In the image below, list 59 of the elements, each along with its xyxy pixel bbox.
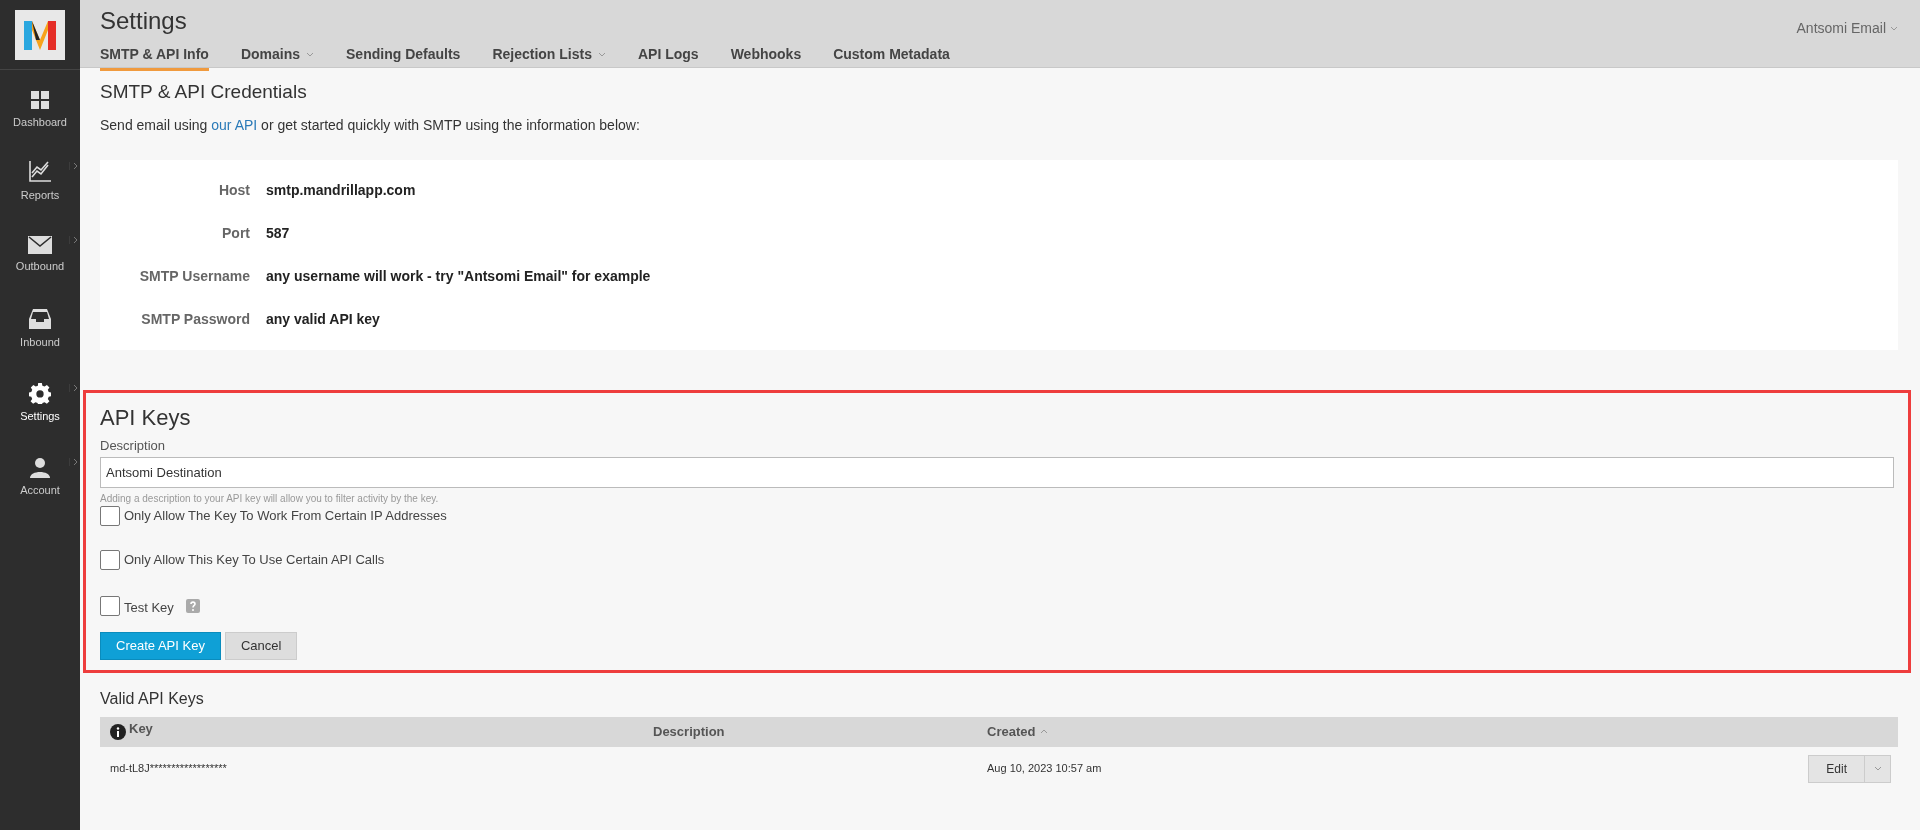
table-cell-text: Aug 10, 2023 10:57 am bbox=[987, 761, 1102, 777]
checkbox[interactable] bbox=[100, 506, 120, 526]
column-header[interactable]: Created bbox=[987, 721, 1036, 742]
logo-icon[interactable] bbox=[15, 9, 65, 60]
chevron-icon bbox=[69, 384, 78, 392]
field-label: SMTP Username bbox=[139, 267, 250, 284]
sidebar-item[interactable]: Dashboard bbox=[0, 70, 80, 144]
chevron-icon bbox=[69, 236, 78, 244]
cancel-button[interactable]: Cancel bbox=[224, 631, 298, 660]
line-chart-icon bbox=[28, 158, 52, 183]
description-field[interactable]: Antsomi Destination bbox=[100, 457, 1894, 488]
field-value: any username will work - try "Antsomi Email" for example bbox=[266, 266, 651, 286]
caret-icon bbox=[306, 52, 314, 57]
tab[interactable]: Domains bbox=[240, 44, 314, 71]
table-cell: md-tL8J****************** bbox=[110, 762, 227, 775]
tab[interactable]: Sending Defaults bbox=[346, 44, 461, 71]
section-heading: SMTP & API Credentials bbox=[100, 80, 307, 104]
section-heading: Valid API Keys bbox=[100, 688, 204, 709]
field-value: any valid API key bbox=[266, 309, 380, 329]
caret-icon bbox=[1873, 766, 1882, 771]
envelope-icon bbox=[28, 235, 52, 254]
sidebar-item[interactable]: Reports bbox=[0, 144, 80, 218]
field-value: smtp.mandrillapp.com bbox=[266, 180, 416, 200]
tab[interactable]: Custom Metadata bbox=[833, 44, 950, 71]
caret-icon bbox=[1890, 26, 1898, 31]
sidebar-item[interactable]: Inbound bbox=[0, 292, 80, 366]
field-label: SMTP Password bbox=[141, 310, 250, 327]
checkbox-label[interactable]: Only Allow The Key To Work From Certain IP Addresses bbox=[124, 506, 447, 526]
sidebar-item[interactable]: Settings bbox=[0, 366, 80, 440]
column-header[interactable]: Key bbox=[129, 718, 153, 739]
checkbox[interactable] bbox=[100, 595, 120, 616]
checkbox-label[interactable]: Only Allow This Key To Use Certain API Calls bbox=[124, 550, 385, 570]
link[interactable]: our API bbox=[211, 116, 258, 133]
sidebar-item[interactable]: Account bbox=[0, 440, 80, 514]
column-header[interactable]: Description bbox=[653, 721, 725, 742]
chevron-icon bbox=[69, 162, 78, 170]
chevron-icon bbox=[69, 458, 78, 466]
hint-text: Adding a description to your API key will allow you to filter activity by the key. bbox=[100, 492, 440, 506]
field-label: Host bbox=[218, 181, 250, 198]
grid-icon bbox=[30, 89, 50, 110]
tab[interactable]: Rejection Lists bbox=[492, 44, 606, 71]
tab[interactable]: API Logs bbox=[637, 44, 699, 71]
edit-button[interactable]: Edit bbox=[1808, 754, 1865, 783]
field-value: 587 bbox=[266, 223, 290, 243]
checkbox-label[interactable]: Test Key bbox=[124, 598, 174, 618]
checkbox[interactable] bbox=[100, 550, 120, 570]
settings-icon bbox=[29, 381, 51, 404]
intro-text: Send email using our API or get started quickly with SMTP using the information below: bbox=[100, 115, 641, 135]
section-heading: API Keys bbox=[100, 403, 191, 432]
inbox-icon bbox=[28, 307, 52, 330]
tab[interactable]: SMTP & API Info bbox=[100, 44, 209, 71]
tab[interactable]: Webhooks bbox=[730, 44, 802, 71]
page-title: Settings bbox=[100, 6, 187, 36]
account-menu[interactable]: Antsomi Email bbox=[1796, 18, 1886, 39]
person-icon bbox=[29, 455, 51, 478]
field-label: Description bbox=[100, 436, 167, 455]
field-label: Port bbox=[222, 224, 250, 241]
sidebar-item[interactable]: Outbound bbox=[0, 218, 80, 292]
caret-icon bbox=[597, 52, 606, 57]
